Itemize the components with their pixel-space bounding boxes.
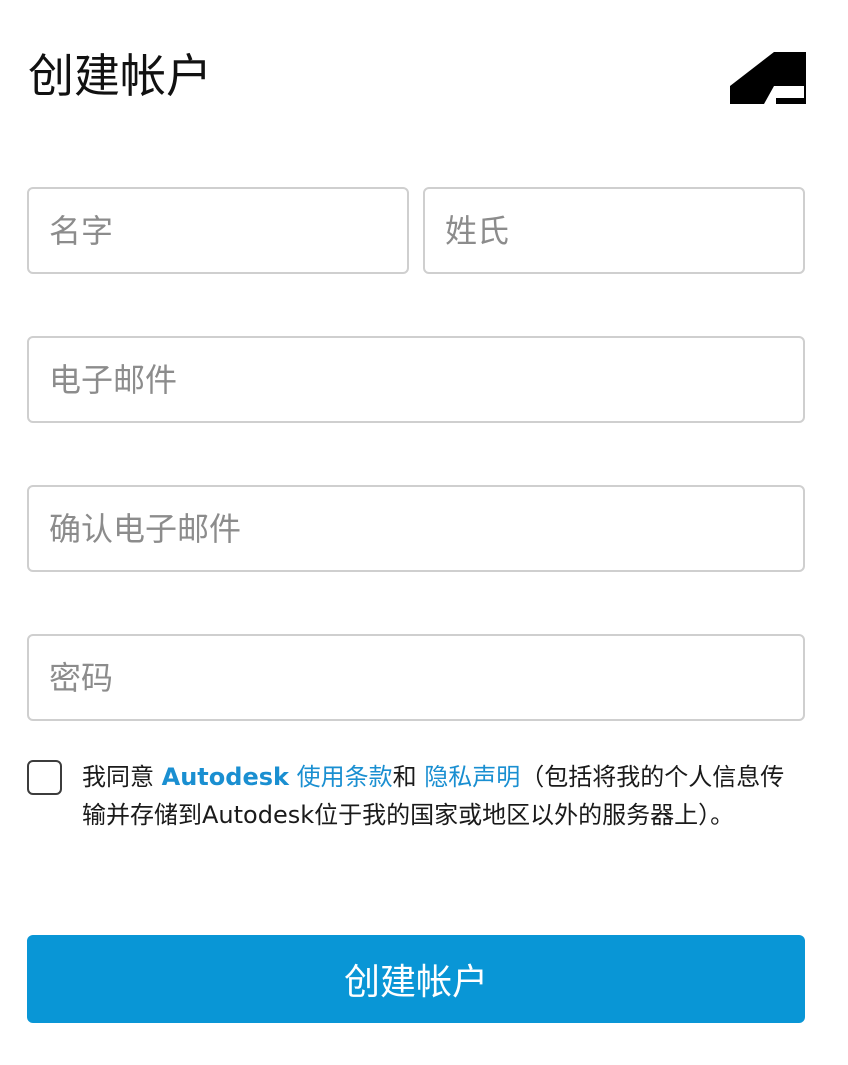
consent-text: 我同意 Autodesk 使用条款和 隐私声明（包括将我的个人信息传输并存储到A… — [82, 758, 804, 834]
autodesk-logo-icon — [730, 52, 806, 104]
email-field[interactable] — [27, 336, 805, 423]
first-name-field[interactable] — [27, 187, 409, 274]
consent-prefix: 我同意 — [82, 763, 162, 791]
create-account-button[interactable]: 创建帐户 — [27, 935, 805, 1023]
autodesk-link[interactable]: Autodesk — [162, 763, 289, 791]
page-title: 创建帐户 — [28, 49, 212, 103]
terms-of-use-link[interactable]: 使用条款 — [289, 763, 393, 791]
consent-checkbox[interactable] — [27, 760, 62, 795]
consent-joiner: 和 — [392, 763, 425, 791]
privacy-statement-link[interactable]: 隐私声明 — [424, 763, 520, 791]
password-field[interactable] — [27, 634, 805, 721]
last-name-field[interactable] — [423, 187, 805, 274]
confirm-email-field[interactable] — [27, 485, 805, 572]
